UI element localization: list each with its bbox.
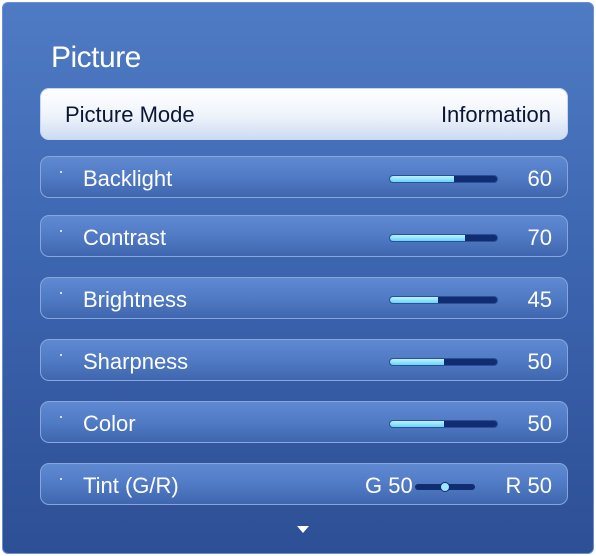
backlight-item[interactable]: · Backlight 60 [40, 156, 568, 198]
menu-title: Picture [51, 41, 141, 74]
brightness-label: Brightness [83, 287, 187, 312]
bullet-icon: · [58, 406, 64, 426]
bullet-icon: · [58, 468, 64, 488]
tint-label: Tint (G/R) [83, 473, 179, 498]
backlight-slider-fill [390, 176, 455, 182]
color-slider-fill [390, 421, 444, 427]
brightness-value: 45 [527, 287, 552, 312]
contrast-item[interactable]: · Contrast 70 [40, 215, 568, 257]
contrast-label: Contrast [83, 225, 167, 250]
brightness-slider[interactable] [389, 296, 498, 304]
color-label: Color [83, 411, 136, 436]
brightness-slider-fill [390, 297, 439, 303]
sharpness-slider-fill [390, 359, 444, 365]
backlight-label: Backlight [83, 166, 173, 191]
tint-slider-handle[interactable] [440, 482, 450, 492]
bullet-icon: · [58, 161, 64, 181]
tint-green-value: G 50 [365, 473, 413, 498]
color-slider[interactable] [389, 420, 498, 428]
tint-red-value: R 50 [505, 473, 552, 498]
picture-mode-label: Picture Mode [65, 102, 195, 127]
sharpness-value: 50 [527, 349, 552, 374]
picture-mode-value: Information [440, 102, 551, 127]
contrast-slider[interactable] [389, 234, 498, 242]
bullet-icon: · [58, 344, 64, 364]
sharpness-label: Sharpness [83, 349, 189, 374]
bullet-icon: · [58, 282, 64, 302]
brightness-item[interactable]: · Brightness 45 [40, 277, 568, 319]
contrast-slider-fill [390, 235, 465, 241]
backlight-value: 60 [527, 166, 552, 191]
color-value: 50 [527, 411, 552, 436]
chevron-down-icon[interactable] [297, 526, 309, 533]
contrast-value: 70 [527, 225, 552, 250]
tint-item[interactable]: · Tint (G/R) G 50 R 50 [40, 463, 568, 505]
bullet-icon: · [58, 220, 64, 240]
sharpness-item[interactable]: · Sharpness 50 [40, 339, 568, 381]
sharpness-slider[interactable] [389, 358, 498, 366]
backlight-slider[interactable] [389, 175, 498, 183]
picture-mode-item[interactable]: Picture Mode Information [40, 88, 568, 140]
color-item[interactable]: · Color 50 [40, 401, 568, 443]
